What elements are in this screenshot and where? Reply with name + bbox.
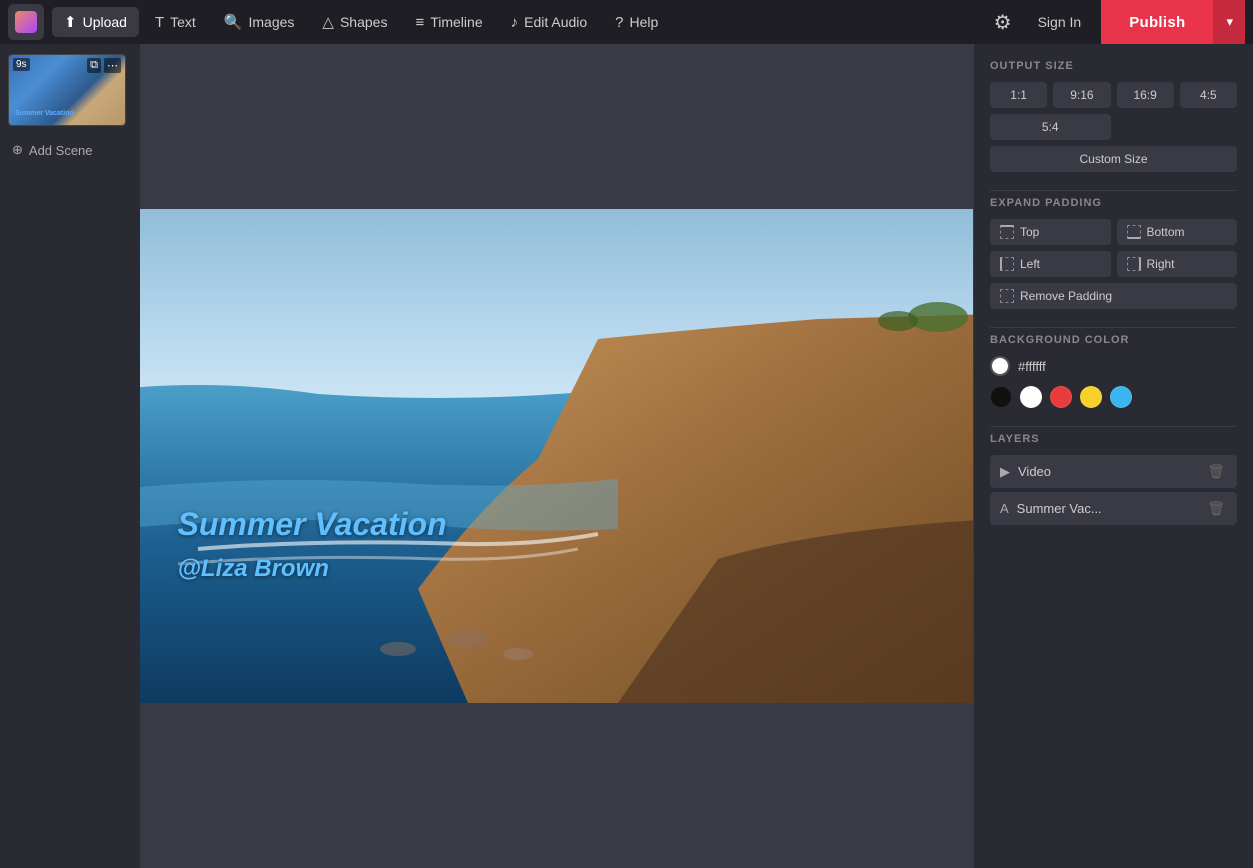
layers-label: LAYERS <box>990 433 1237 445</box>
layer-video-name: Video <box>1018 464 1197 479</box>
canvas-subtitle: @Liza Brown <box>178 555 447 583</box>
padding-bottom-icon <box>1127 225 1141 239</box>
color-yellow-swatch[interactable] <box>1080 386 1102 408</box>
help-button[interactable]: ? Help <box>603 8 670 37</box>
layer-video-row[interactable]: ▶ Video 🗑 <box>990 455 1237 488</box>
padding-left-button[interactable]: Left <box>990 251 1111 277</box>
shapes-button[interactable]: △ Shapes <box>310 7 399 37</box>
chevron-down-icon: ▾ <box>1226 14 1233 29</box>
trash-icon-2: 🗑 <box>1207 500 1225 516</box>
output-size-section: OUTPUT SIZE 1:1 9:16 16:9 4:5 5:4 Custom… <box>990 60 1237 172</box>
nav-right-actions: ⚙ Sign In Publish ▾ <box>988 0 1245 44</box>
custom-size-button[interactable]: Custom Size <box>990 146 1237 172</box>
add-scene-button[interactable]: ⊕ Add Scene <box>8 136 132 164</box>
app-logo <box>15 11 37 33</box>
scenes-panel: Summer Vacation 9s ⧉ ⋯ ⊕ Add Scene <box>0 44 140 868</box>
layer-video-delete-button[interactable]: 🗑 <box>1205 463 1227 480</box>
layers-section: LAYERS ▶ Video 🗑 A Summer Vac... 🗑 <box>990 433 1237 525</box>
color-swatches <box>990 386 1237 408</box>
text-icon: T <box>155 14 164 31</box>
video-layer-icon: ▶ <box>1000 464 1010 480</box>
size-4-5-button[interactable]: 4:5 <box>1180 82 1237 108</box>
canvas-text-overlay: Summer Vacation @Liza Brown <box>178 506 447 583</box>
color-blue-swatch[interactable] <box>1110 386 1132 408</box>
publish-container: Publish ▾ <box>1101 0 1245 44</box>
top-navigation: ⬆ Upload T Text 🔍 Images △ Shapes ≡ Time… <box>0 0 1253 44</box>
canvas-wrapper: Summer Vacation @Liza Brown <box>140 209 973 703</box>
color-black-swatch[interactable] <box>990 386 1012 408</box>
timeline-button[interactable]: ≡ Timeline <box>403 8 494 37</box>
right-panel: OUTPUT SIZE 1:1 9:16 16:9 4:5 5:4 Custom… <box>973 44 1253 868</box>
size-9-16-button[interactable]: 9:16 <box>1053 82 1110 108</box>
shapes-icon: △ <box>322 13 334 31</box>
divider-1 <box>990 190 1237 191</box>
publish-button[interactable]: Publish <box>1101 0 1213 44</box>
help-icon: ? <box>615 14 623 31</box>
padding-grid: Top Bottom Left Right <box>990 219 1237 277</box>
size-5-4-button[interactable]: 5:4 <box>990 114 1111 140</box>
scene-duration: 9s <box>13 58 30 71</box>
audio-icon: ♪ <box>511 14 519 31</box>
padding-bottom-button[interactable]: Bottom <box>1117 219 1238 245</box>
plus-icon: ⊕ <box>12 142 23 158</box>
text-layer-icon: A <box>1000 501 1009 516</box>
bg-color-row: #ffffff <box>990 356 1237 376</box>
output-size-label: OUTPUT SIZE <box>990 60 1237 72</box>
scene-preview-text: Summer Vacation <box>15 110 74 117</box>
edit-audio-button[interactable]: ♪ Edit Audio <box>499 8 600 37</box>
settings-button[interactable]: ⚙ <box>988 4 1018 41</box>
layer-text-row[interactable]: A Summer Vac... 🗑 <box>990 492 1237 525</box>
images-button[interactable]: 🔍 Images <box>212 7 307 37</box>
scene-action-icons: ⧉ ⋯ <box>87 58 121 73</box>
size-presets-grid: 1:1 9:16 16:9 4:5 <box>990 82 1237 108</box>
size-1-1-button[interactable]: 1:1 <box>990 82 1047 108</box>
images-icon: 🔍 <box>224 13 243 31</box>
color-white-swatch[interactable] <box>1020 386 1042 408</box>
settings-icon: ⚙ <box>994 12 1012 34</box>
color-red-swatch[interactable] <box>1050 386 1072 408</box>
main-area: Summer Vacation 9s ⧉ ⋯ ⊕ Add Scene <box>0 44 1253 868</box>
padding-right-icon <box>1127 257 1141 271</box>
logo-button[interactable] <box>8 4 44 40</box>
expand-padding-section: EXPAND PADDING Top Bottom Left Right <box>990 197 1237 309</box>
upload-icon: ⬆ <box>64 13 77 31</box>
publish-dropdown-button[interactable]: ▾ <box>1213 0 1245 44</box>
scene-canvas[interactable]: Summer Vacation @Liza Brown <box>140 209 973 703</box>
bg-color-swatch[interactable] <box>990 356 1010 376</box>
upload-button[interactable]: ⬆ Upload <box>52 7 139 37</box>
bg-color-value: #ffffff <box>1018 359 1046 374</box>
background-color-section: BACKGROUND COLOR #ffffff <box>990 334 1237 408</box>
timeline-icon: ≡ <box>415 14 424 31</box>
canvas-title: Summer Vacation <box>178 506 447 543</box>
size-16-9-button[interactable]: 16:9 <box>1117 82 1174 108</box>
padding-right-button[interactable]: Right <box>1117 251 1238 277</box>
layers-list: ▶ Video 🗑 A Summer Vac... 🗑 <box>990 455 1237 525</box>
padding-top-button[interactable]: Top <box>990 219 1111 245</box>
canvas-area: Summer Vacation @Liza Brown <box>140 44 973 868</box>
remove-padding-button[interactable]: Remove Padding <box>990 283 1237 309</box>
layer-text-delete-button[interactable]: 🗑 <box>1205 500 1227 517</box>
divider-3 <box>990 426 1237 427</box>
scene-thumbnail[interactable]: Summer Vacation 9s ⧉ ⋯ <box>8 54 126 126</box>
sign-in-button[interactable]: Sign In <box>1026 8 1094 36</box>
scene-duplicate-button[interactable]: ⧉ <box>87 58 101 73</box>
bg-color-label: BACKGROUND COLOR <box>990 334 1237 346</box>
padding-top-icon <box>1000 225 1014 239</box>
trash-icon: 🗑 <box>1207 463 1225 479</box>
scene-more-button[interactable]: ⋯ <box>104 58 121 73</box>
layer-text-name: Summer Vac... <box>1017 501 1198 516</box>
padding-left-icon <box>1000 257 1014 271</box>
text-button[interactable]: T Text <box>143 8 208 37</box>
expand-padding-label: EXPAND PADDING <box>990 197 1237 209</box>
divider-2 <box>990 327 1237 328</box>
remove-padding-icon <box>1000 289 1014 303</box>
size-grid-2: 5:4 <box>990 114 1237 140</box>
